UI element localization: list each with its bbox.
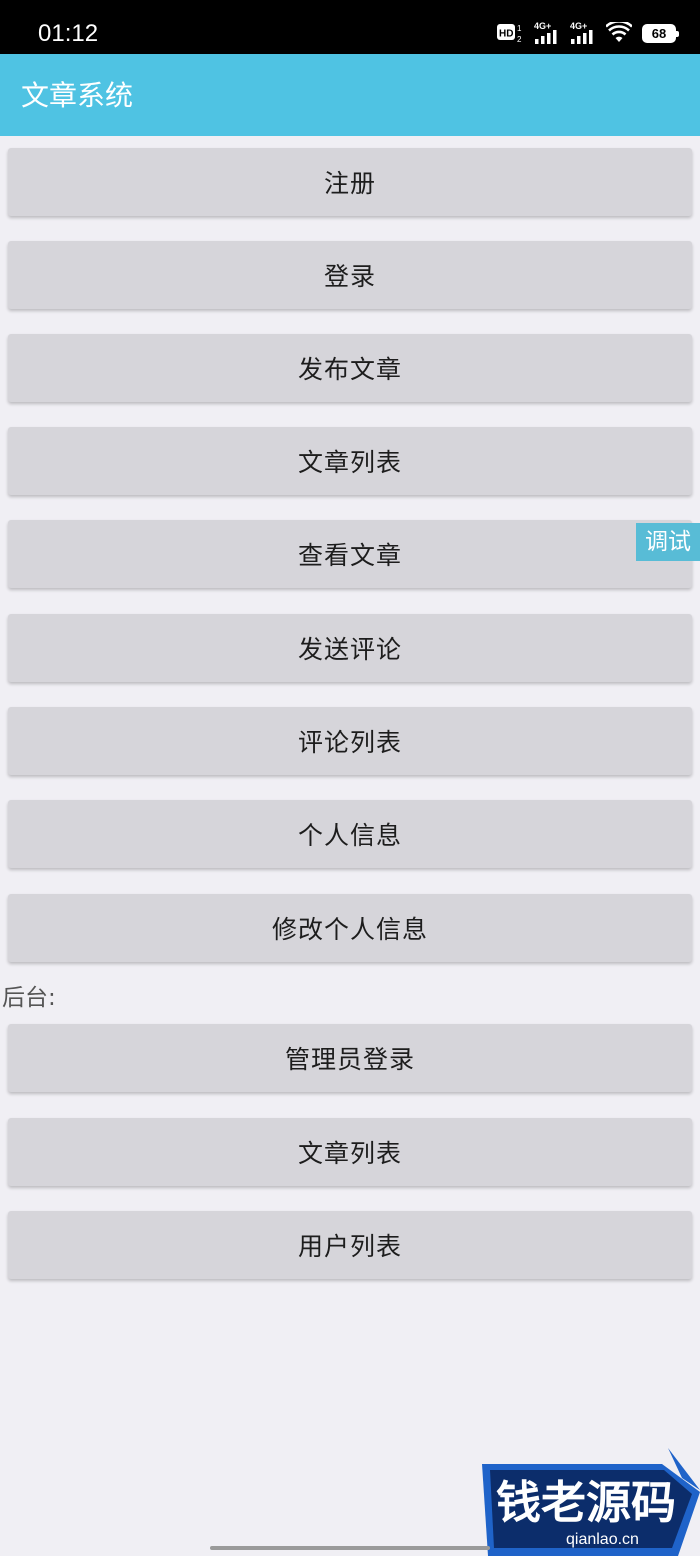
wifi-icon	[606, 22, 632, 42]
send-comment-button[interactable]: 发送评论	[8, 614, 692, 682]
admin-user-list-button[interactable]: 用户列表	[8, 1211, 692, 1279]
svg-text:4G+: 4G+	[570, 21, 587, 31]
watermark-title: 钱老源码	[496, 1476, 676, 1529]
signal-1-icon: 4G+	[534, 21, 557, 44]
admin-section-label: 后台:	[2, 985, 56, 1011]
publish-article-button[interactable]: 发布文章	[8, 334, 692, 402]
comment-list-button[interactable]: 评论列表	[8, 707, 692, 775]
login-button[interactable]: 登录	[8, 241, 692, 309]
view-article-button[interactable]: 查看文章	[8, 520, 692, 588]
battery-level: 68	[651, 25, 667, 41]
watermark-url: qianlao.cn	[566, 1531, 639, 1548]
svg-text:4G+: 4G+	[534, 21, 551, 31]
home-indicator	[210, 1546, 490, 1550]
svg-text:1: 1	[517, 24, 522, 33]
profile-button[interactable]: 个人信息	[8, 800, 692, 868]
debug-tab[interactable]: 调试	[636, 523, 700, 561]
watermark-logo: 钱老源码 qianlao.cn	[482, 1448, 700, 1556]
svg-text:2: 2	[517, 35, 522, 44]
app-bar: 文章系统	[0, 54, 700, 136]
hd-voice-icon: HD 1 2	[497, 24, 522, 44]
edit-profile-button[interactable]: 修改个人信息	[8, 894, 692, 962]
status-time: 01:12	[38, 20, 99, 47]
status-icons: HD 1 2 4G+ 4G+ 68	[496, 18, 679, 48]
admin-login-button[interactable]: 管理员登录	[8, 1024, 692, 1092]
status-bar: 01:12 HD 1 2 4G+ 4G+ 68	[0, 0, 700, 54]
article-list-button[interactable]: 文章列表	[8, 427, 692, 495]
app-title: 文章系统	[21, 79, 134, 112]
battery-icon: 68	[642, 23, 679, 43]
register-button[interactable]: 注册	[8, 148, 692, 216]
svg-text:HD: HD	[499, 29, 513, 40]
app-screen: 01:12 HD 1 2 4G+ 4G+ 68 文章系统 注册 登录 发布文章 …	[0, 0, 700, 1556]
admin-article-list-button[interactable]: 文章列表	[8, 1118, 692, 1186]
signal-2-icon: 4G+	[570, 21, 593, 44]
